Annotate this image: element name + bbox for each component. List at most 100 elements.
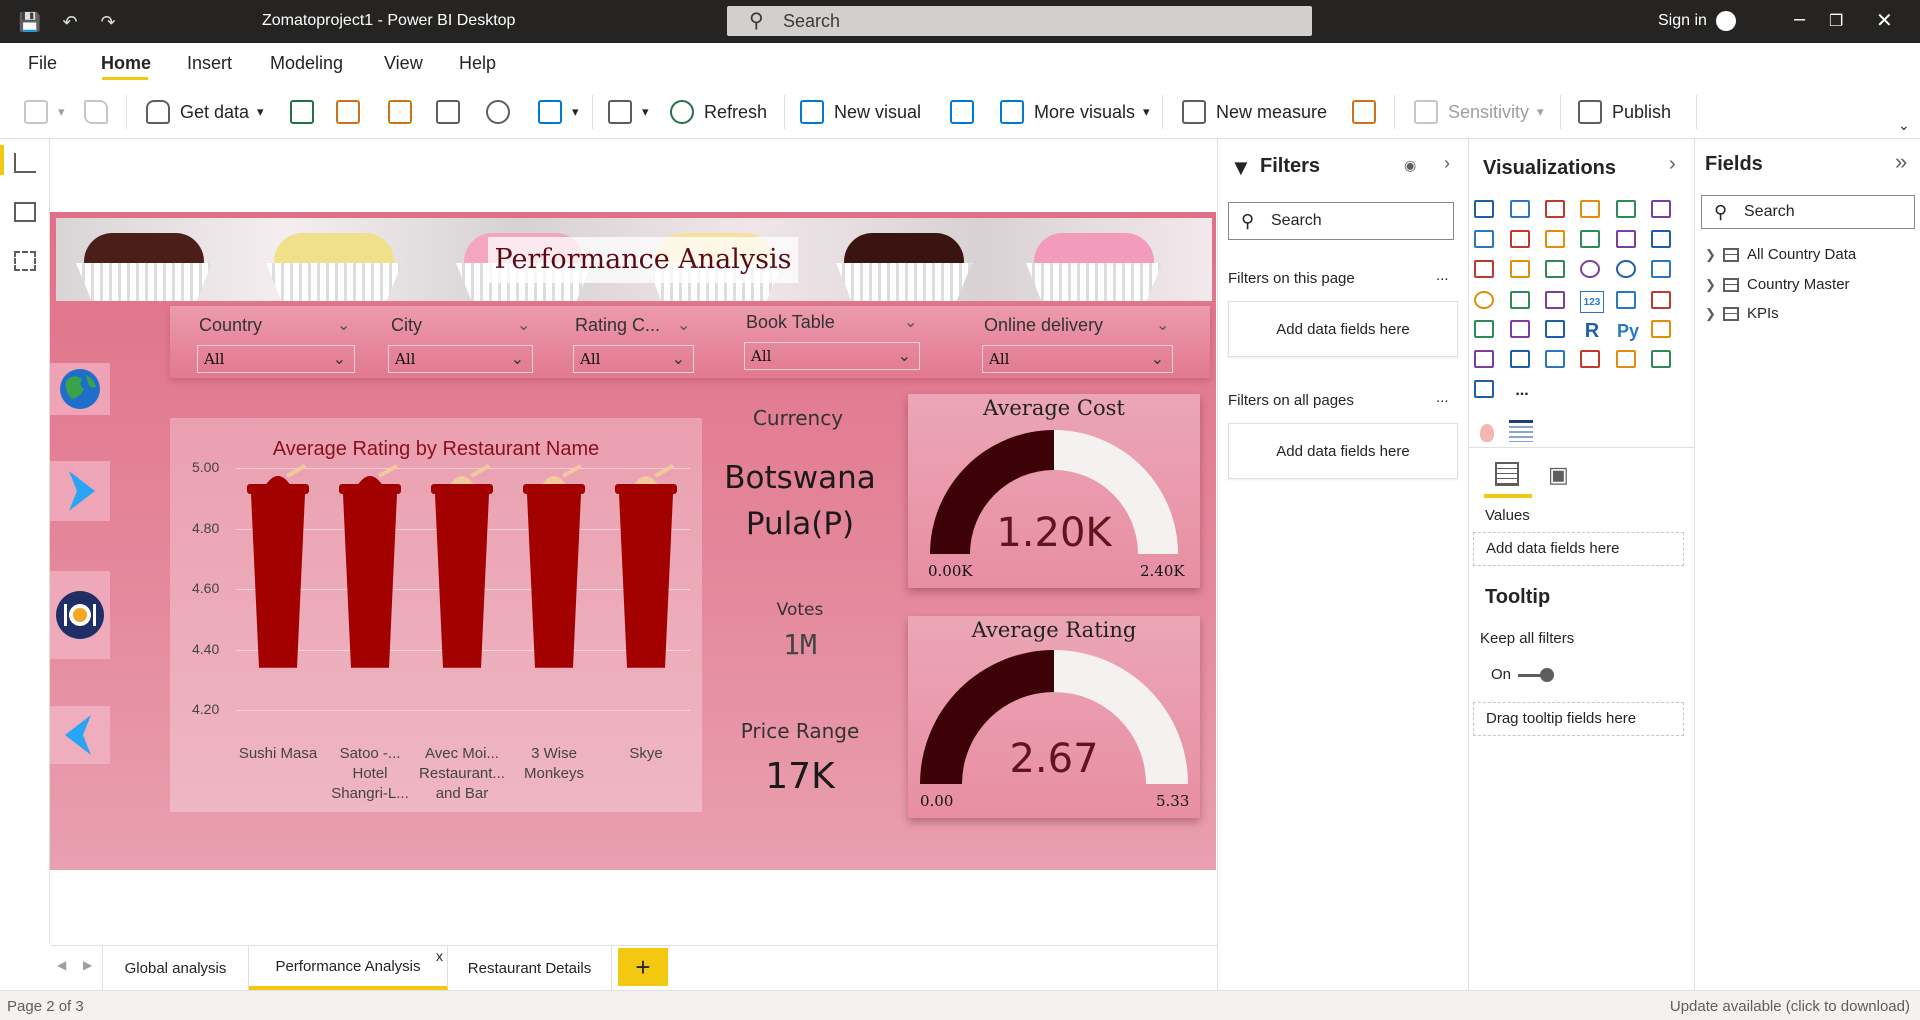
filled-map-icon[interactable] (1510, 291, 1530, 309)
stacked-column-icon[interactable] (1510, 200, 1530, 218)
slicer-rating[interactable]: Rating C... ⌄ All ⌄ (573, 307, 695, 377)
power-apps-icon[interactable] (1651, 350, 1671, 368)
chevron-right-icon[interactable]: › (1669, 153, 1676, 176)
bar-mark[interactable] (611, 462, 681, 670)
scroll-right-icon[interactable]: ▶ (83, 958, 92, 972)
field-table-country-master[interactable]: ❯ Country Master (1705, 276, 1850, 293)
stacked-bar-icon[interactable] (1474, 200, 1494, 218)
scroll-left-icon[interactable]: ◀ (57, 958, 66, 972)
power-automate-icon[interactable] (1474, 380, 1494, 398)
sensitivity-button[interactable]: Sensitivity ▾ (1414, 99, 1544, 125)
chevron-down-icon[interactable]: ⌄ (1156, 315, 1169, 335)
chevron-right-icon[interactable]: ❯ (1705, 247, 1719, 263)
filters-search-input[interactable]: ⚲ Search (1228, 202, 1454, 240)
restore-icon[interactable]: ❐ (1829, 11, 1843, 31)
bar-mark[interactable] (335, 462, 405, 670)
chevron-down-icon[interactable]: ⌄ (904, 312, 917, 332)
arcgis-icon[interactable] (1616, 350, 1636, 368)
treemap-icon[interactable] (1651, 260, 1671, 278)
area-chart-icon[interactable] (1510, 230, 1530, 248)
slicer-dropdown[interactable]: All ⌄ (573, 345, 694, 373)
collapse-pane-icon[interactable]: » (1895, 149, 1907, 175)
search-input[interactable]: ⚲ Search (727, 6, 1312, 36)
bar-mark[interactable] (519, 462, 589, 670)
tab-global-analysis[interactable]: Global analysis (102, 946, 249, 990)
get-data-button[interactable]: Get data ▾ (146, 99, 264, 125)
paginated-report-icon[interactable] (1580, 350, 1600, 368)
excel-button[interactable] (290, 99, 324, 125)
all-pages-filter-drop-zone[interactable]: Add data fields here (1228, 423, 1458, 479)
eye-icon[interactable]: ◉ (1404, 157, 1416, 174)
format-painter-button[interactable] (84, 99, 118, 125)
r-visual-icon[interactable]: R (1580, 320, 1604, 342)
slicer-online-delivery[interactable]: Online delivery ⌄ All ⌄ (982, 307, 1174, 377)
next-page-button[interactable] (50, 461, 110, 521)
transform-data-button[interactable]: ▾ (538, 99, 579, 125)
close-tab-icon[interactable]: x (436, 948, 443, 964)
enter-data-button[interactable] (436, 99, 470, 125)
save-icon[interactable]: 💾 (18, 10, 42, 34)
globe-nav-button[interactable] (50, 363, 110, 415)
chevron-right-icon[interactable]: ❯ (1705, 306, 1719, 322)
slicer-dropdown[interactable]: All ⌄ (197, 345, 355, 373)
stacked-area-icon[interactable] (1545, 230, 1565, 248)
slicer-city[interactable]: City ⌄ All ⌄ (388, 307, 535, 377)
field-table-all-country-data[interactable]: ❯ All Country Data (1705, 246, 1856, 263)
recent-sources-button[interactable] (486, 99, 520, 125)
update-available-link[interactable]: Update available (click to download) (1670, 998, 1910, 1015)
average-rating-gauge[interactable]: Average Rating 2.67 0.00 5.33 (908, 616, 1200, 818)
clustered-column-icon[interactable] (1580, 200, 1600, 218)
tab-restaurant-details[interactable]: Restaurant Details (448, 946, 612, 990)
bar-mark[interactable] (243, 462, 313, 670)
report-view-icon[interactable] (14, 153, 36, 173)
menu-view[interactable]: View (384, 53, 423, 74)
format-paint-roller-icon[interactable]: ▣ (1548, 462, 1569, 488)
add-page-button[interactable]: + (618, 948, 668, 986)
tooltip-drop-zone[interactable]: Drag tooltip fields here (1473, 702, 1684, 736)
minimize-icon[interactable]: – (1794, 8, 1805, 31)
fields-search-input[interactable]: ⚲ Search (1701, 195, 1915, 229)
multi-row-card-icon[interactable] (1616, 291, 1636, 309)
redo-icon[interactable]: ↷ (96, 10, 120, 34)
line-chart-icon[interactable] (1474, 230, 1494, 248)
dataflow-button[interactable] (388, 99, 422, 125)
menu-home[interactable]: Home (101, 53, 151, 74)
funnel-icon[interactable] (1510, 260, 1530, 278)
avatar[interactable] (1716, 11, 1736, 31)
clustered-bar-icon[interactable] (1545, 200, 1565, 218)
more-options-icon[interactable]: ... (1436, 389, 1449, 406)
table-icon[interactable] (1510, 320, 1530, 338)
page-filter-drop-zone[interactable]: Add data fields here (1228, 301, 1458, 357)
average-cost-gauge[interactable]: Average Cost 1.20K 0.00K 2.40K (908, 394, 1200, 588)
menu-modeling[interactable]: Modeling (270, 53, 343, 74)
collapse-ribbon-icon[interactable]: ⌄ (1898, 117, 1910, 134)
slicer-dropdown[interactable]: All ⌄ (982, 345, 1173, 373)
new-visual-button[interactable]: New visual (800, 99, 921, 125)
python-visual-icon[interactable]: Py (1616, 320, 1640, 342)
values-drop-zone[interactable]: Add data fields here (1473, 532, 1684, 566)
chevron-right-icon[interactable]: ❯ (1705, 277, 1719, 293)
refresh-button[interactable]: Refresh (670, 99, 767, 125)
slicer-visual-icon[interactable] (1509, 420, 1533, 442)
model-view-icon[interactable] (14, 251, 36, 271)
chevron-right-icon[interactable]: › (1444, 153, 1450, 174)
previous-page-button[interactable] (50, 706, 110, 764)
waterfall-icon[interactable] (1474, 260, 1494, 278)
menu-insert[interactable]: Insert (187, 53, 232, 74)
edit-queries-button[interactable]: ▾ (608, 99, 649, 125)
key-influencers-icon[interactable] (1651, 320, 1671, 338)
slicer-country[interactable]: Country ⌄ All ⌄ (197, 307, 359, 377)
undo-icon[interactable]: ↶ (58, 10, 82, 34)
fields-well-icon[interactable] (1495, 462, 1519, 486)
slicer-dropdown[interactable]: All ⌄ (744, 342, 920, 370)
new-measure-button[interactable]: New measure (1182, 99, 1327, 125)
100-bar-icon[interactable] (1616, 200, 1636, 218)
donut-chart-icon[interactable] (1616, 260, 1636, 278)
smart-narrative-icon[interactable] (1545, 350, 1565, 368)
pie-chart-icon[interactable] (1580, 260, 1600, 278)
line-column-icon[interactable] (1580, 230, 1600, 248)
paste-button[interactable]: ▾ (24, 99, 65, 125)
qa-icon[interactable] (1510, 350, 1530, 368)
tab-performance-analysis[interactable]: Performance Analysis x (249, 946, 448, 990)
bar-mark[interactable] (427, 462, 497, 670)
